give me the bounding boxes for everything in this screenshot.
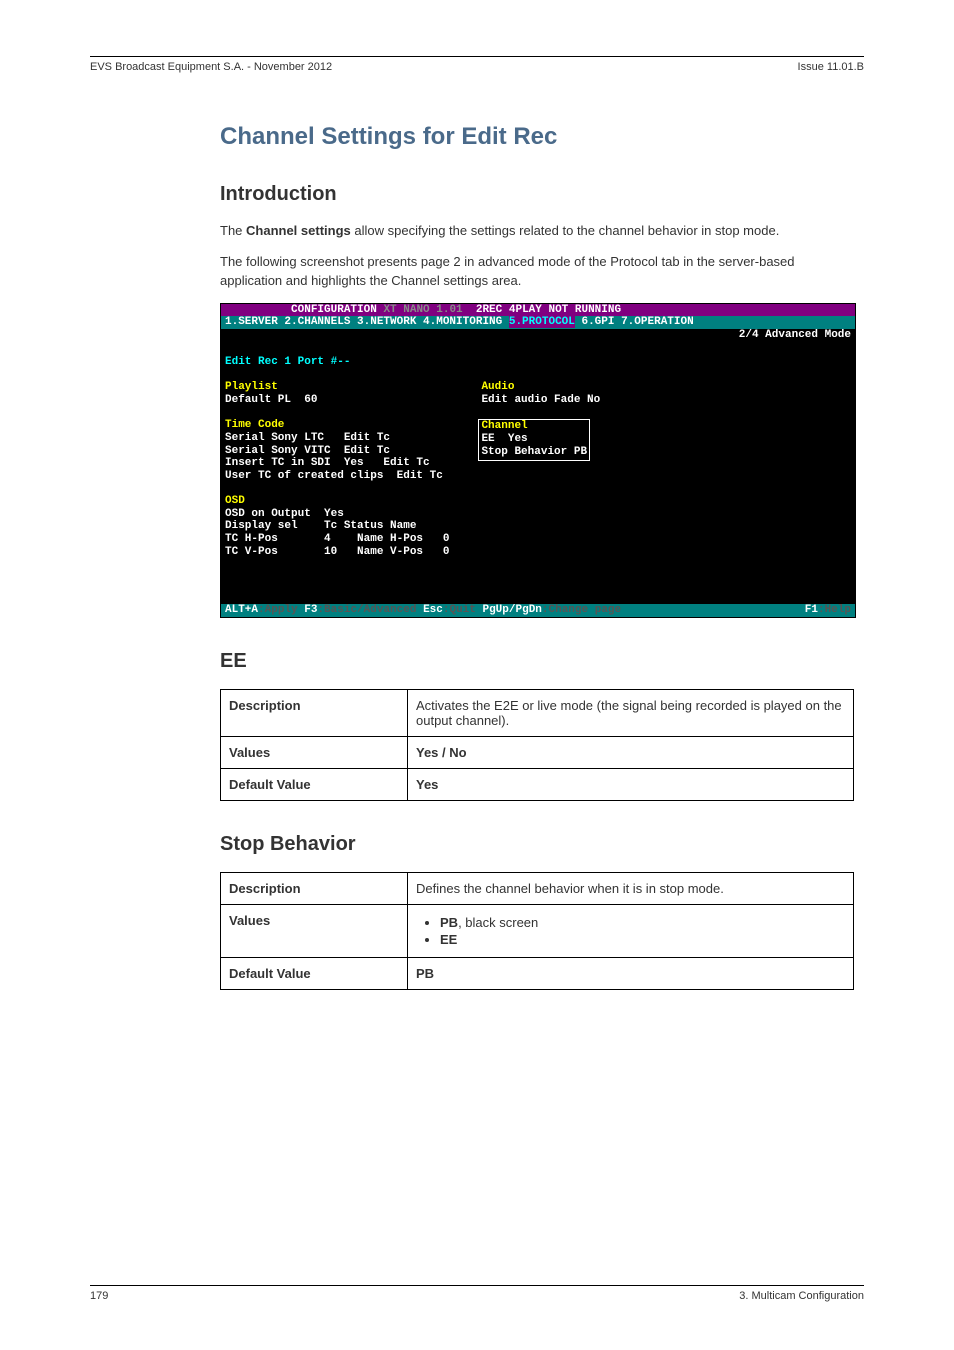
intro-p1: The Channel settings allow specifying th… [220,222,854,241]
stop-v1-rest: , black screen [458,915,538,930]
header-right: Issue 11.01.B [798,61,864,73]
table-row: Values Yes / No [221,736,854,768]
ss-audio-h: Audio [481,381,514,393]
ss-tabs-rest: 6.GPI 7.OPERATION [575,316,694,328]
ss-columns: Playlist Default PL 60 Time Code Serial … [225,381,851,558]
stop-def-val: PB [408,957,854,989]
ss-bar-right: 2REC 4PLAY NOT RUNNING [476,304,621,316]
ss-foot-f1: F1 [805,604,818,616]
stop-heading: Stop Behavior [220,833,854,856]
ss-audio-v: Edit audio Fade No [481,394,600,406]
ss-tabs-left: 1.SERVER 2.CHANNELS 3.NETWORK 4.MONITORI… [225,316,509,328]
intro-p1-pre: The [220,223,246,238]
ss-tabs: 1.SERVER 2.CHANNELS 3.NETWORK 4.MONITORI… [221,316,855,329]
intro-heading: Introduction [220,183,854,206]
ss-col-left: Playlist Default PL 60 Time Code Serial … [225,381,449,558]
ss-tc3: Insert TC in SDI Yes Edit Tc [225,457,430,469]
list-item: PB, black screen [440,915,845,930]
ss-tc4: User TC of created clips Edit Tc [225,470,443,482]
intro-p2: The following screenshot presents page 2… [220,253,854,291]
ss-foot-alt: ALT+A [225,604,258,616]
stop-def-label: Default Value [221,957,408,989]
footer-left: 179 [90,1290,108,1302]
config-screenshot: CONFIGURATION XT NANO 1.01 2REC 4PLAY NO… [220,303,856,618]
ee-table: Description Activates the E2E or live mo… [220,689,854,801]
ss-chan-h: Channel [481,420,527,432]
footer-right: 3. Multicam Configuration [739,1290,864,1302]
intro-p1-bold: Channel settings [246,223,351,238]
table-row: Description Defines the channel behavior… [221,872,854,904]
top-rule [90,56,864,57]
ss-foot-pg: PgUp/PgDn [482,604,541,616]
ss-foot-quit: :Quit [443,604,483,616]
ss-body: Edit Rec 1 Port #-- Playlist Default PL … [221,341,855,604]
ee-def-val: Yes [408,768,854,800]
stop-desc-val: Defines the channel behavior when it is … [408,872,854,904]
ss-foot-esc: Esc [423,604,443,616]
ss-tc-h: Time Code [225,419,284,431]
ee-values-val: Yes / No [408,736,854,768]
ss-tc1: Serial Sony LTC Edit Tc [225,432,390,444]
ss-tab-active: 5.PROTOCOL [509,316,575,328]
stop-values-label: Values [221,904,408,957]
ee-values-label: Values [221,736,408,768]
ss-bar-mid: XT NANO 1.01 [383,304,475,316]
ss-edit-port: Edit Rec 1 Port #-- [225,356,350,368]
table-row: Values PB, black screen EE [221,904,854,957]
ee-desc-val: Activates the E2E or live mode (the sign… [408,689,854,736]
content: Channel Settings for Edit Rec Introducti… [220,123,854,990]
ee-desc-label: Description [221,689,408,736]
ss-osd3: TC H-Pos 4 Name H-Pos 0 [225,533,449,545]
ee-heading: EE [220,650,854,673]
ss-mode: 2/4 Advanced Mode [221,329,855,342]
ss-col-right: Audio Edit audio Fade No Channel EE Yes … [481,381,600,558]
page-title: Channel Settings for Edit Rec [220,123,854,151]
ss-foot-f3: F3 [304,604,317,616]
stop-desc-label: Description [221,872,408,904]
ss-titlebar: CONFIGURATION XT NANO 1.01 2REC 4PLAY NO… [221,304,855,317]
stop-values-cell: PB, black screen EE [408,904,854,957]
header-left: EVS Broadcast Equipment S.A. - November … [90,61,332,73]
ss-foot-basic: :Basic/Advanced [317,604,423,616]
ss-tc2: Serial Sony VITC Edit Tc [225,445,390,457]
stop-table: Description Defines the channel behavior… [220,872,854,990]
ss-chan2: Stop Behavior PB [481,446,587,458]
stop-v1-bold: PB [440,915,458,930]
intro-p1-post: allow specifying the settings related to… [351,223,780,238]
table-row: Default Value Yes [221,768,854,800]
ss-foot-help: :Help [818,604,851,616]
ss-osd4: TC V-Pos 10 Name V-Pos 0 [225,546,449,558]
ss-playlist-v: Default PL 60 [225,394,317,406]
ee-def-label: Default Value [221,768,408,800]
ss-playlist-h: Playlist [225,381,278,393]
ss-channel-box: Channel EE Yes Stop Behavior PB [478,419,590,461]
page: EVS Broadcast Equipment S.A. - November … [0,0,954,1350]
ss-foot-chg: :Change page [542,604,621,616]
table-row: Description Activates the E2E or live mo… [221,689,854,736]
ss-chan1: EE Yes [481,433,527,445]
list-item: EE [440,932,845,947]
ss-footer: ALT+A:Apply F3:Basic/Advanced Esc:Quit P… [221,604,855,617]
page-footer: 179 3. Multicam Configuration [90,1285,864,1302]
table-row: Default Value PB [221,957,854,989]
stop-values-list: PB, black screen EE [416,915,845,947]
page-header: EVS Broadcast Equipment S.A. - November … [90,61,864,73]
ss-bar-left: CONFIGURATION [225,304,383,316]
ss-foot-right: F1:Help [805,604,851,617]
ss-osd1: OSD on Output Yes [225,508,344,520]
ss-osd-h: OSD [225,495,245,507]
ss-foot-apply: :Apply [258,604,304,616]
ss-osd2: Display sel Tc Status Name [225,520,416,532]
